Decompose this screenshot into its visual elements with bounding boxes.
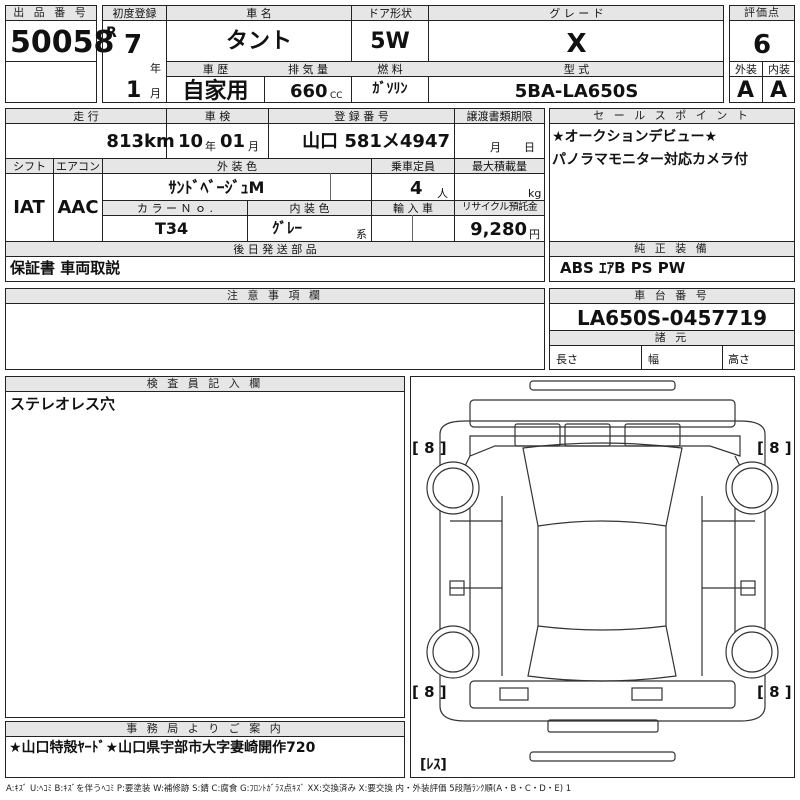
first-reg-header: 初度登録 (112, 7, 157, 20)
interior-score: A (769, 78, 788, 103)
model-code: 5BA-LA650S (514, 81, 639, 102)
color-number: T34 (155, 219, 189, 238)
exterior-color: ｻﾝﾄﾞﾍﾞｰｼﾞｭM (168, 178, 265, 197)
door-type: 5W (370, 29, 410, 54)
car-name-header: 車 名 (246, 7, 272, 20)
inspector-box (5, 376, 405, 718)
reg-year: 7 (124, 30, 143, 60)
sales-point-2: パノラマモニター対応カメラ付 (552, 152, 748, 168)
car-history: 自家用 (182, 79, 249, 104)
tire-mark-rear-left: [ 8 ] (412, 683, 447, 701)
office-notice: ★山口特殻ﾔｰﾄﾞ★山口県宇部市大字妻崎開作720 (9, 740, 316, 756)
interior-color: ｸﾞﾚｰ (272, 219, 303, 237)
recycle-deposit: 9,280 (470, 219, 527, 240)
registration-number: 山口 581メ4947 (302, 131, 450, 152)
displacement: 660 (290, 81, 328, 102)
lot-number: 50058 (10, 25, 115, 60)
grade: X (566, 29, 587, 59)
car-diagram (426, 380, 779, 762)
tire-mark-front-right: [ 8 ] (757, 439, 792, 457)
reg-month: 1 (126, 78, 142, 103)
inspection-month: 01 (220, 131, 246, 152)
mileage: 813 (106, 131, 144, 152)
era-mark: R (106, 25, 117, 41)
chassis-number: LA650S-0457719 (576, 306, 768, 330)
shift-type: IAT (13, 197, 45, 218)
overall-score: 6 (752, 30, 772, 60)
seating-capacity: 4 (410, 178, 423, 199)
later-parts: 保証書 車両取説 (10, 259, 121, 277)
inspector-notes: ステレオレス穴 (10, 395, 116, 413)
genuine-equipment: ABS ｴｱB PS PW (560, 259, 686, 277)
door-header: ドア形状 (368, 7, 412, 20)
tire-mark-rear-right: [ 8 ] (757, 683, 792, 701)
car-name: タント (225, 29, 292, 54)
tire-mark-front-left: [ 8 ] (412, 439, 447, 457)
spare-tire-mark: [ﾚｽ] (420, 757, 447, 773)
exterior-score: A (736, 78, 755, 103)
fuel-type: ｶﾞｿﾘﾝ (372, 81, 408, 97)
inspection-year: 10 (178, 131, 204, 152)
legend: A:ｷｽﾞ U:ﾍｺﾐ B:ｷｽﾞを伴うﾍｺﾐ P:要塗装 W:補修跡 S:錆 … (6, 784, 572, 794)
sales-point-1: ★オークションデビュー★ (552, 129, 718, 145)
aircon-type: AAC (57, 197, 99, 218)
lot-number-header: 出 品 番 号 (6, 6, 96, 20)
grade-header: グ レ ー ド (549, 7, 604, 20)
